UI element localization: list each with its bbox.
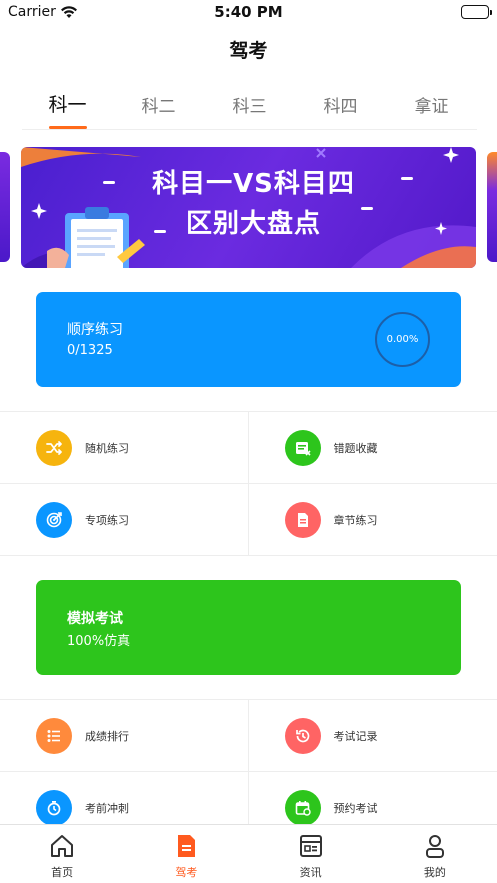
banner-prev-peek[interactable] <box>0 152 10 262</box>
sequential-practice-title: 顺序练习 <box>67 322 123 338</box>
tab-license[interactable]: 拿证 <box>386 88 477 129</box>
page-title: 驾考 <box>229 40 268 62</box>
stopwatch-icon <box>36 789 72 826</box>
tabbar-news[interactable]: 资讯 <box>249 825 373 883</box>
banner-next-peek[interactable] <box>487 152 497 262</box>
book-exam-label: 预约考试 <box>333 801 378 815</box>
status-bar: Carrier 5:40 PM <box>0 0 497 26</box>
target-icon <box>36 501 72 538</box>
chapter-practice-item[interactable]: 章节练习 <box>249 484 497 555</box>
mock-exam-card[interactable]: 模拟考试 100%仿真 <box>36 580 461 675</box>
battery-icon <box>461 5 492 19</box>
chapter-practice-label: 章节练习 <box>333 513 378 527</box>
progress-percent: 0.00% <box>386 334 419 345</box>
mock-exam-subtitle: 100%仿真 <box>67 634 131 649</box>
bottom-tab-bar: 首页 驾考 资讯 我的 <box>0 824 497 883</box>
random-practice-item[interactable]: 随机练习 <box>0 412 249 483</box>
calendar-icon <box>284 789 321 826</box>
history-icon <box>284 717 321 754</box>
progress-ring: 0.00% <box>375 312 430 367</box>
tabbar-exam-label: 驾考 <box>175 866 198 879</box>
wrong-questions-item[interactable]: 错题收藏 <box>249 412 497 483</box>
tabbar-exam[interactable]: 驾考 <box>124 825 248 883</box>
score-ranking-item[interactable]: 成绩排行 <box>0 700 249 771</box>
document-icon <box>284 501 321 538</box>
tabbar-home-label: 首页 <box>51 866 74 879</box>
shuffle-icon <box>36 429 72 466</box>
special-practice-label: 专项练习 <box>85 513 129 527</box>
exam-grid: 成绩排行 考试记录 考前冲刺 预约考试 <box>0 699 497 844</box>
status-time: 5:40 PM <box>214 3 283 21</box>
score-ranking-label: 成绩排行 <box>85 729 129 743</box>
pre-exam-sprint-label: 考前冲刺 <box>85 801 129 815</box>
exam-history-item[interactable]: 考试记录 <box>249 700 497 771</box>
tab-subject-4[interactable]: 科四 <box>295 88 386 129</box>
tab-subject-2[interactable]: 科二 <box>113 88 204 129</box>
sequential-practice-count: 0/1325 <box>67 343 113 358</box>
tabbar-home[interactable]: 首页 <box>0 825 124 883</box>
tabbar-profile[interactable]: 我的 <box>373 825 497 883</box>
home-icon <box>51 835 74 857</box>
random-practice-label: 随机练习 <box>85 441 129 455</box>
subject-tabs: 科一 科二 科三 科四 拿证 <box>22 88 477 130</box>
exam-history-label: 考试记录 <box>333 729 378 743</box>
wrong-questions-label: 错题收藏 <box>333 441 378 455</box>
user-icon <box>425 835 444 858</box>
tab-subject-3[interactable]: 科三 <box>204 88 295 129</box>
practice-grid: 随机练习 错题收藏 专项练习 章节练习 <box>0 411 497 556</box>
banner-subheadline: 区别大盘点 <box>185 209 321 239</box>
ranking-list-icon <box>36 717 72 754</box>
promo-banner[interactable]: 科目一VS科目四 区别大盘点 <box>21 147 476 268</box>
news-icon <box>299 835 322 857</box>
tab-subject-1[interactable]: 科一 <box>22 88 113 129</box>
mock-exam-title: 模拟考试 <box>67 611 123 627</box>
tabbar-profile-label: 我的 <box>423 866 446 879</box>
sequential-practice-card[interactable]: 顺序练习 0/1325 0.00% <box>36 292 461 387</box>
banner-headline: 科目一VS科目四 <box>152 169 355 199</box>
exam-document-icon <box>178 835 196 857</box>
wrong-book-icon <box>284 429 321 466</box>
tabbar-news-label: 资讯 <box>299 866 322 879</box>
special-practice-item[interactable]: 专项练习 <box>0 484 249 555</box>
